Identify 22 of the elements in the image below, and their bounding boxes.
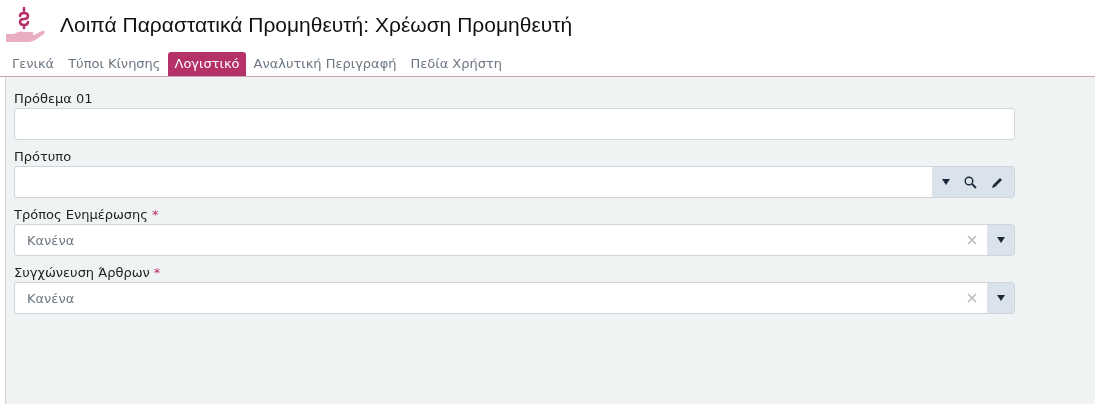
field-label: Τρόπος Ενημέρωσης <box>14 207 148 222</box>
money-hand-icon <box>4 6 46 44</box>
dropdown-icon[interactable] <box>996 295 1005 301</box>
input-field[interactable] <box>14 108 1015 140</box>
required-mark: * <box>151 207 159 222</box>
tab[interactable]: Γενικά <box>6 52 61 76</box>
select-field[interactable]: Κανένα <box>14 282 1015 314</box>
tab[interactable]: Λογιστικό <box>168 52 246 76</box>
field-label: Συγχώνευση Άρθρων <box>14 265 150 280</box>
field-label: Πρόθεμα 01 <box>14 91 93 106</box>
required-mark: * <box>153 265 161 280</box>
select-field[interactable]: Κανένα <box>14 224 1015 256</box>
tab[interactable]: Τύποι Κίνησης <box>62 52 167 76</box>
dropdown-icon[interactable] <box>942 179 950 185</box>
dropdown-icon[interactable] <box>996 237 1005 243</box>
search-icon[interactable] <box>964 175 977 189</box>
tab[interactable]: Αναλυτική Περιγραφή <box>247 52 403 76</box>
tab[interactable]: Πεδία Χρήστη <box>404 52 509 76</box>
page-title: Λοιπά Παραστατικά Προμηθευτή: Χρέωση Προμηθευτή <box>60 13 573 37</box>
pencil-icon[interactable] <box>991 175 1004 189</box>
field-label: Πρότυπο <box>14 149 72 164</box>
lookup-field[interactable] <box>14 166 1015 198</box>
